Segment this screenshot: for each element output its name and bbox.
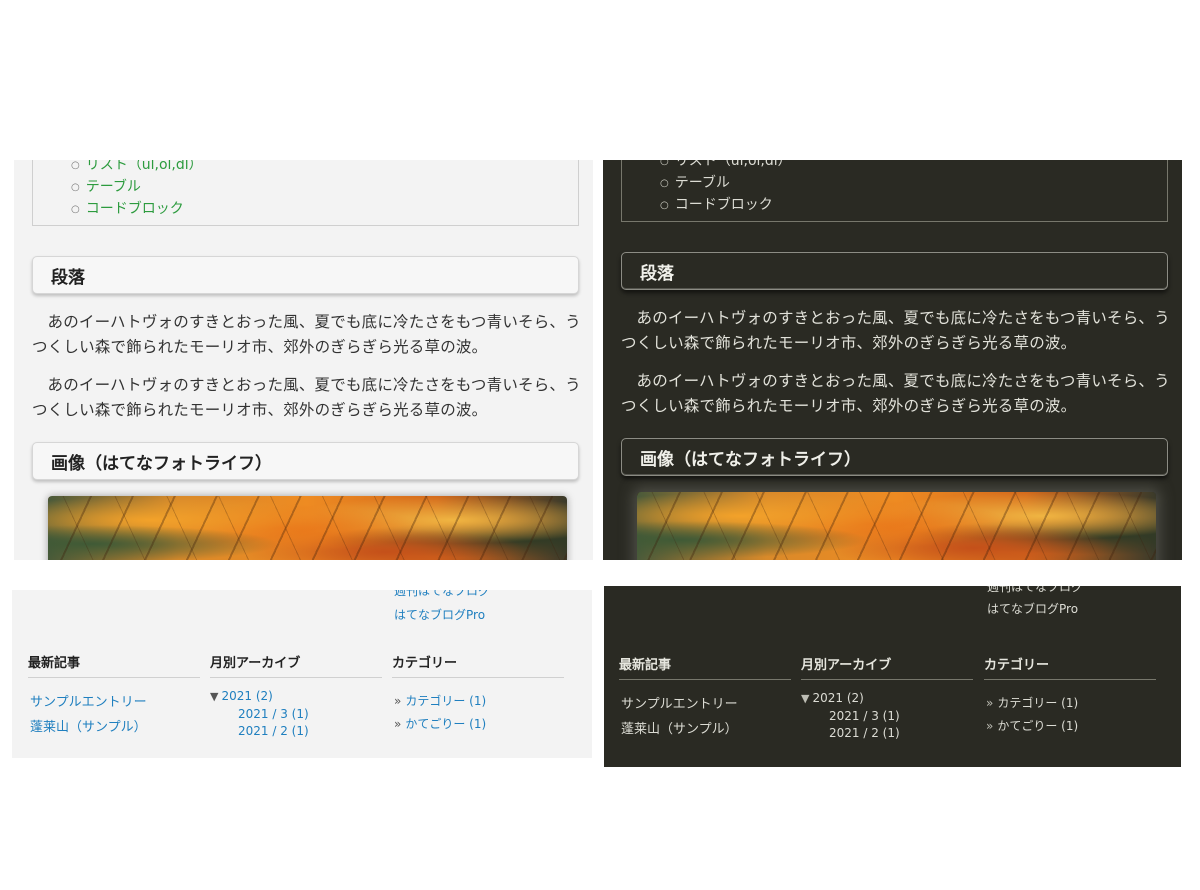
- recent-post-link[interactable]: 蓬莱山（サンプル）: [621, 722, 738, 737]
- table-of-contents: リスト（ul,ol,dl） テーブル コードブロック: [32, 160, 579, 226]
- archive-module: 月別アーカイブ ▼ 2021 (2) 2021 / 3 (1) 2021 / 2 …: [210, 652, 382, 741]
- autumn-leaves-photo: [48, 496, 567, 560]
- footer-link-hatena-pro[interactable]: はてなブログPro: [394, 606, 485, 623]
- recent-posts-module: 最新記事 サンプルエントリー 蓬莱山（サンプル）: [619, 654, 791, 742]
- heading-image: 画像（はてなフォトライフ）: [621, 438, 1168, 476]
- archive-title: 月別アーカイブ: [801, 654, 973, 680]
- archive-month-link[interactable]: 2021 / 2 (1): [829, 726, 900, 740]
- recent-post-link[interactable]: 蓬莱山（サンプル）: [30, 720, 147, 735]
- heading-image: 画像（はてなフォトライフ）: [32, 442, 579, 480]
- archive-title: 月別アーカイブ: [210, 652, 382, 678]
- dark-theme-article-preview: リスト（ul,ol,dl） テーブル コードブロック 段落 あのイーハトヴォのす…: [603, 160, 1182, 560]
- archive-year-link[interactable]: 2021 (2): [221, 689, 272, 703]
- archive-month-link[interactable]: 2021 / 2 (1): [238, 724, 309, 738]
- archive-month-link[interactable]: 2021 / 3 (1): [829, 709, 900, 723]
- recent-post-link[interactable]: サンプルエントリー: [621, 697, 738, 712]
- category-link[interactable]: かてごりー (1): [405, 717, 486, 731]
- recent-posts-title: 最新記事: [28, 652, 200, 678]
- chevron-right-icon: »: [394, 717, 402, 731]
- paragraph-text: あのイーハトヴォのすきとおった風、夏でも底に冷たさをもつ青いそら、うつくしい森で…: [621, 372, 1170, 415]
- archive-year-link[interactable]: 2021 (2): [812, 691, 863, 705]
- categories-title: カテゴリー: [984, 654, 1156, 680]
- paragraph-text: あのイーハトヴォのすきとおった風、夏でも底に冷たさをもつ青いそら、うつくしい森で…: [32, 376, 581, 419]
- toc-link-codeblock[interactable]: コードブロック: [660, 195, 792, 217]
- category-link[interactable]: カテゴリー (1): [997, 696, 1078, 710]
- recent-post-link[interactable]: サンプルエントリー: [30, 695, 147, 710]
- recent-posts-title: 最新記事: [619, 654, 791, 680]
- collapse-triangle-icon[interactable]: ▼: [210, 690, 218, 703]
- category-link[interactable]: かてごりー (1): [997, 719, 1078, 733]
- light-theme-article-preview: リスト（ul,ol,dl） テーブル コードブロック 段落 あのイーハトヴォのす…: [14, 160, 593, 560]
- collapse-triangle-icon[interactable]: ▼: [801, 692, 809, 705]
- recent-posts-module: 最新記事 サンプルエントリー 蓬莱山（サンプル）: [28, 652, 200, 740]
- categories-title: カテゴリー: [392, 652, 564, 678]
- toc-link-codeblock[interactable]: コードブロック: [71, 199, 203, 221]
- paragraph-text: あのイーハトヴォのすきとおった風、夏でも底に冷たさをもつ青いそら、うつくしい森で…: [621, 309, 1170, 352]
- categories-module: カテゴリー » カテゴリー (1) » かてごりー (1): [984, 654, 1156, 738]
- footer-link-hatena-pro[interactable]: はてなブログPro: [987, 600, 1078, 617]
- table-of-contents: リスト（ul,ol,dl） テーブル コードブロック: [621, 160, 1168, 222]
- autumn-leaves-photo: [637, 492, 1156, 560]
- heading-paragraph: 段落: [32, 256, 579, 294]
- chevron-right-icon: »: [394, 694, 402, 708]
- toc-link-table[interactable]: テーブル: [71, 177, 203, 199]
- toc-link-table[interactable]: テーブル: [660, 173, 792, 195]
- archive-month-link[interactable]: 2021 / 3 (1): [238, 707, 309, 721]
- category-link[interactable]: カテゴリー (1): [405, 694, 486, 708]
- footer-link-weekly[interactable]: 週刊はてなブログ: [987, 586, 1083, 595]
- dark-theme-footer-preview: 週刊はてなブログ はてなブログPro 最新記事 サンプルエントリー 蓬莱山（サン…: [604, 586, 1181, 767]
- light-theme-footer-preview: 週刊はてなブログ はてなブログPro 最新記事 サンプルエントリー 蓬莱山（サン…: [12, 590, 592, 758]
- heading-paragraph: 段落: [621, 252, 1168, 290]
- chevron-right-icon: »: [986, 719, 994, 733]
- toc-link-list[interactable]: リスト（ul,ol,dl）: [71, 160, 203, 177]
- archive-module: 月別アーカイブ ▼ 2021 (2) 2021 / 3 (1) 2021 / 2 …: [801, 654, 973, 743]
- paragraph-text: あのイーハトヴォのすきとおった風、夏でも底に冷たさをもつ青いそら、うつくしい森で…: [32, 313, 581, 356]
- footer-link-weekly[interactable]: 週刊はてなブログ: [394, 590, 490, 599]
- toc-link-list[interactable]: リスト（ul,ol,dl）: [660, 160, 792, 173]
- chevron-right-icon: »: [986, 696, 994, 710]
- categories-module: カテゴリー » カテゴリー (1) » かてごりー (1): [392, 652, 564, 736]
